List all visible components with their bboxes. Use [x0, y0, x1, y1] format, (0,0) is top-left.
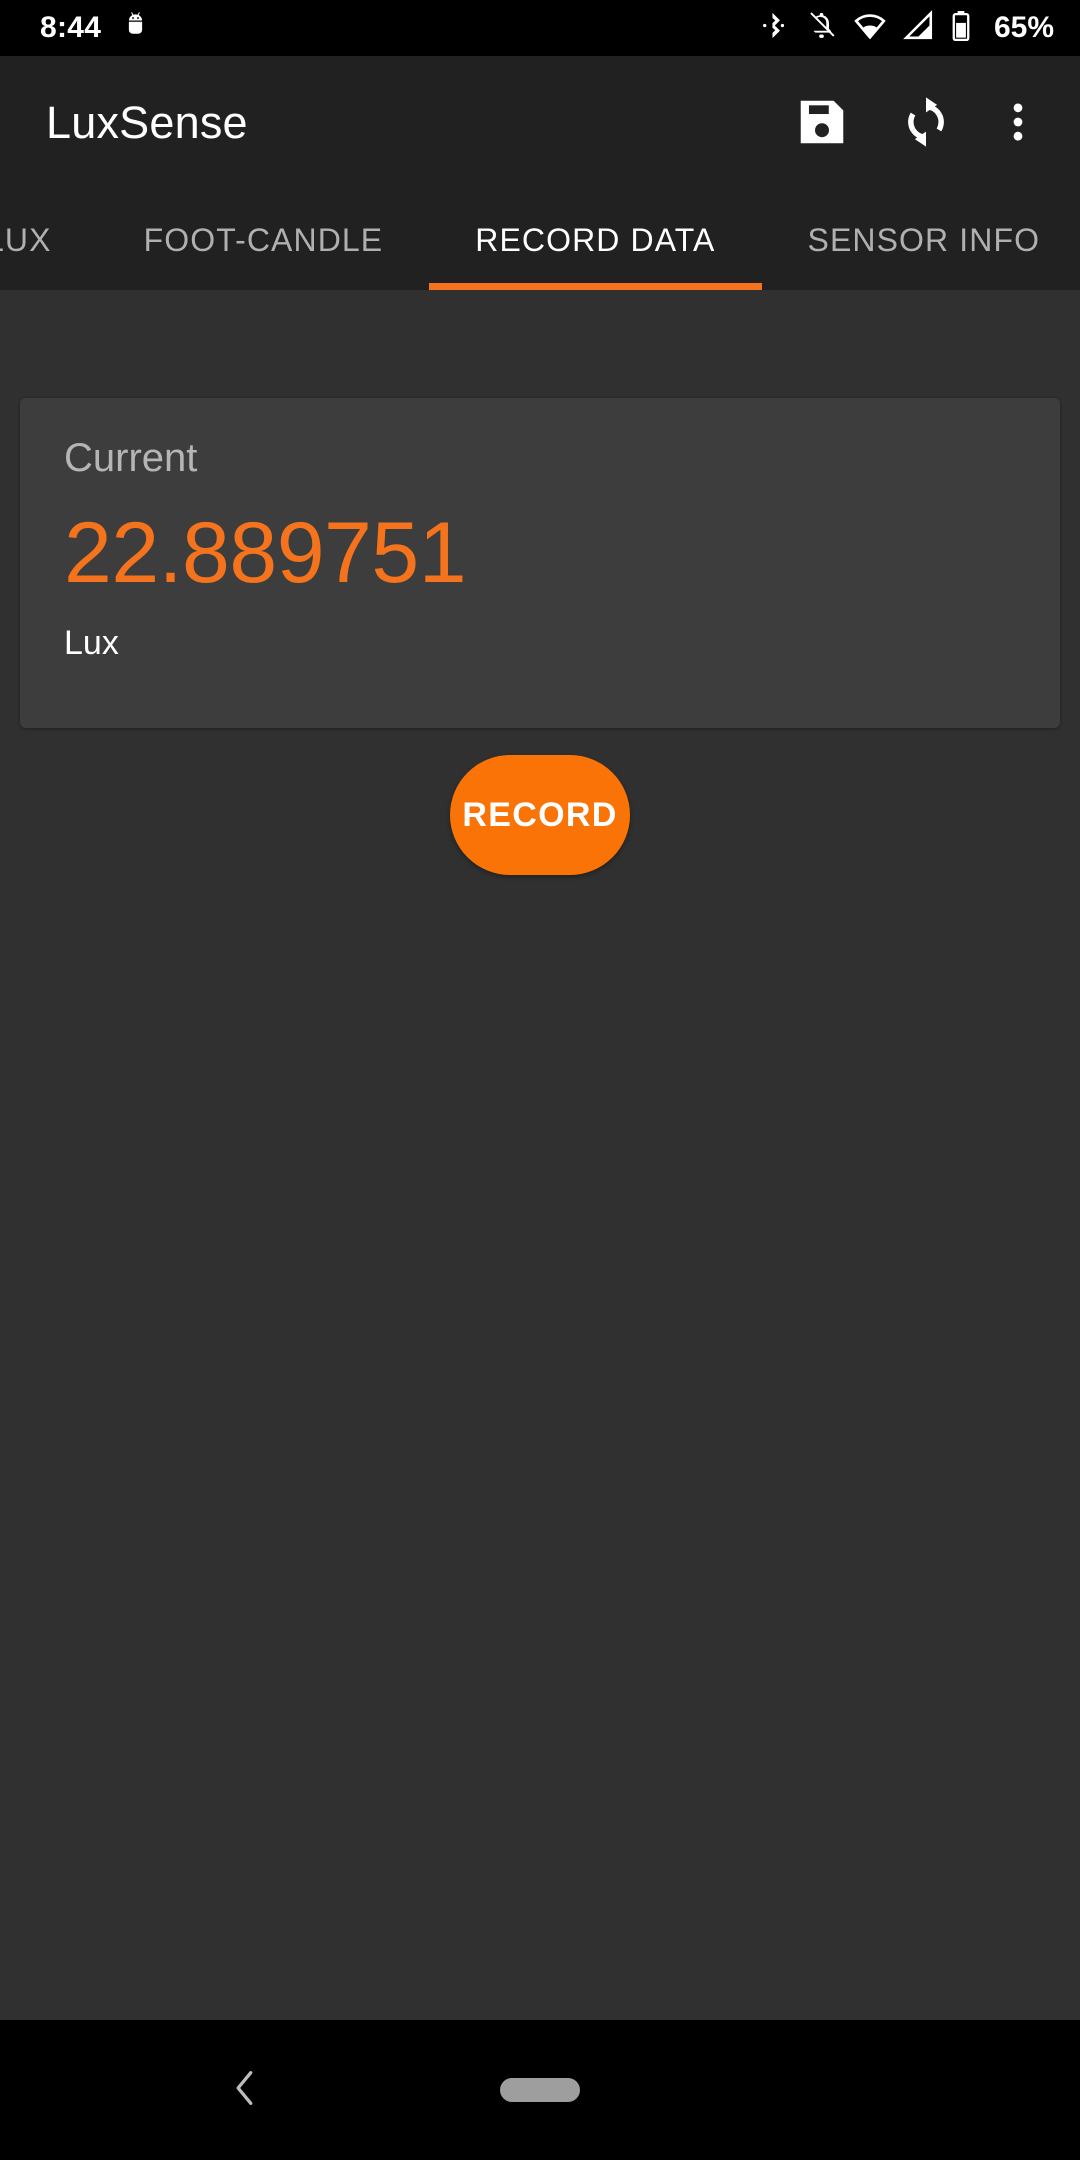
record-button[interactable]: RECORD	[450, 755, 630, 875]
tab-strip[interactable]: LUX FOOT-CANDLE RECORD DATA SENSOR INFO	[0, 190, 1080, 290]
overflow-menu-button[interactable]	[978, 71, 1058, 175]
wifi-icon	[854, 10, 886, 47]
system-navigation-bar	[0, 2020, 1080, 2160]
refresh-button[interactable]	[874, 71, 978, 175]
current-reading-label: Current	[64, 436, 198, 480]
bluetooth-icon	[758, 10, 789, 46]
tab-label: RECORD DATA	[475, 221, 716, 258]
save-icon	[793, 93, 851, 154]
record-data-panel: Current 22.889751 Lux RECORD	[0, 290, 1080, 2020]
app-bar-actions	[770, 71, 1058, 175]
record-button-container: RECORD	[0, 755, 1080, 875]
app-title: LuxSense	[46, 97, 248, 148]
nav-back-button[interactable]	[200, 2045, 290, 2135]
android-head-icon	[123, 11, 153, 46]
current-reading-card: Current 22.889751 Lux	[20, 398, 1060, 728]
app-bar: LuxSense	[0, 56, 1080, 190]
tab-sensor-info[interactable]: SENSOR INFO	[762, 190, 1080, 290]
status-bar-system-icons: 65%	[758, 10, 1054, 47]
status-bar-clock: 8:44	[40, 11, 102, 44]
tab-label: LUX	[0, 221, 52, 258]
cell-signal-icon	[903, 10, 934, 46]
status-bar-notification-icons	[123, 11, 153, 46]
refresh-icon	[897, 93, 955, 154]
tab-lux[interactable]: LUX	[0, 190, 98, 290]
status-bar: 8:44 65%	[0, 0, 1080, 56]
notifications-off-icon	[806, 10, 837, 46]
current-reading-unit: Lux	[64, 624, 119, 662]
tab-foot-candle[interactable]: FOOT-CANDLE	[98, 190, 430, 290]
tab-label: SENSOR INFO	[807, 221, 1041, 258]
overflow-menu-icon	[993, 97, 1043, 150]
tab-label: FOOT-CANDLE	[143, 221, 384, 258]
back-chevron-icon	[222, 2065, 268, 2116]
tab-indicator	[429, 283, 762, 290]
tab-bar: LUX FOOT-CANDLE RECORD DATA SENSOR INFO	[0, 190, 1080, 290]
nav-home-handle[interactable]	[486, 2061, 594, 2119]
battery-percent-label: 65%	[993, 11, 1054, 44]
home-pill-icon	[500, 2078, 580, 2102]
save-button[interactable]	[770, 71, 874, 175]
battery-icon	[951, 10, 971, 46]
tab-record-data[interactable]: RECORD DATA	[429, 190, 762, 290]
current-reading-value: 22.889751	[64, 505, 467, 601]
